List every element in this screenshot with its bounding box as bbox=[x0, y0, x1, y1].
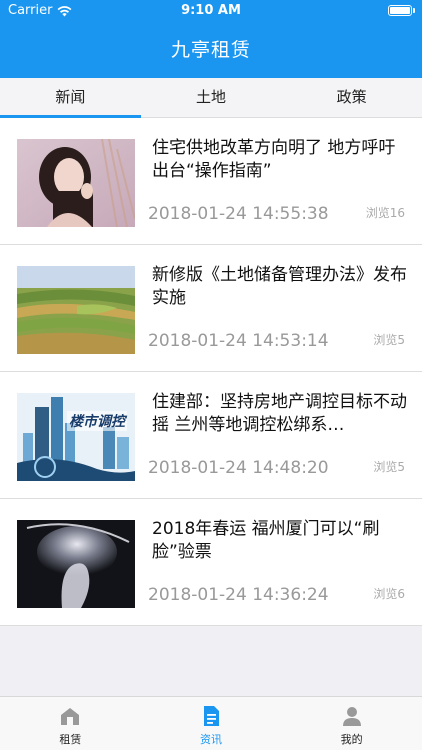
battery-icon bbox=[388, 5, 415, 16]
tabbar-label: 我的 bbox=[340, 733, 363, 746]
tabbar-item-news[interactable]: 资讯 bbox=[141, 697, 282, 750]
terraced-fields-photo bbox=[17, 266, 135, 354]
person-icon bbox=[342, 707, 361, 726]
tab-news[interactable]: 新闻 bbox=[0, 78, 141, 118]
news-list: 住宅供地改革方向明了 地方呼吁出台“操作指南” 2018-01-24 14:55… bbox=[0, 118, 422, 626]
view-count: 浏览6 bbox=[373, 587, 405, 601]
tab-land[interactable]: 土地 bbox=[141, 78, 282, 117]
news-item[interactable]: 新修版《土地储备管理办法》发布实施 2018-01-24 14:53:14 浏览… bbox=[0, 245, 422, 372]
portrait-photo bbox=[17, 139, 135, 227]
news-date: 2018-01-24 14:36:24 bbox=[148, 585, 329, 605]
clock: 9:10 AM bbox=[181, 3, 241, 18]
view-count: 浏览5 bbox=[373, 333, 405, 347]
tab-policy[interactable]: 政策 bbox=[281, 78, 422, 117]
tabbar-item-profile[interactable]: 我的 bbox=[281, 697, 422, 750]
news-title: 新修版《土地储备管理办法》发布实施 bbox=[152, 265, 407, 308]
view-count: 浏览5 bbox=[373, 460, 405, 474]
news-date: 2018-01-24 14:53:14 bbox=[148, 331, 329, 351]
news-date: 2018-01-24 14:55:38 bbox=[148, 204, 329, 224]
news-title: 住建部：坚持房地产调控目标不动摇 兰州等地调控松绑系… bbox=[152, 392, 407, 435]
city-skyline-photo: 楼市调控 bbox=[17, 393, 135, 481]
house-icon bbox=[61, 708, 80, 725]
news-item[interactable]: 楼市调控 住建部：坚持房地产调控目标不动摇 兰州等地调控松绑系… 2018-01… bbox=[0, 372, 422, 499]
category-tabs: 新闻 土地 政策 bbox=[0, 78, 422, 118]
news-title: 2018年春运 福州厦门可以“刷脸”验票 bbox=[152, 519, 380, 562]
thumbnail-caption: 楼市调控 bbox=[67, 411, 127, 431]
news-title: 住宅供地改革方向明了 地方呼吁出台“操作指南” bbox=[152, 138, 396, 181]
app-header: Carrier 9:10 AM 九亭租赁 bbox=[0, 0, 422, 78]
news-item[interactable]: 2018年春运 福州厦门可以“刷脸”验票 2018-01-24 14:36:24… bbox=[0, 499, 422, 626]
page-title: 九亭租赁 bbox=[170, 39, 251, 61]
bottom-tab-bar: 租赁 资讯 我的 bbox=[0, 696, 422, 750]
tabbar-label: 租赁 bbox=[59, 733, 82, 746]
view-count: 浏览16 bbox=[365, 206, 405, 220]
tabbar-label: 资讯 bbox=[200, 733, 222, 746]
tabbar-item-rental[interactable]: 租赁 bbox=[0, 697, 141, 750]
document-icon bbox=[204, 706, 219, 726]
face-silhouette-photo bbox=[17, 520, 135, 608]
status-bar: Carrier 9:10 AM bbox=[0, 0, 422, 22]
news-date: 2018-01-24 14:48:20 bbox=[148, 458, 329, 478]
news-item[interactable]: 住宅供地改革方向明了 地方呼吁出台“操作指南” 2018-01-24 14:55… bbox=[0, 118, 422, 245]
